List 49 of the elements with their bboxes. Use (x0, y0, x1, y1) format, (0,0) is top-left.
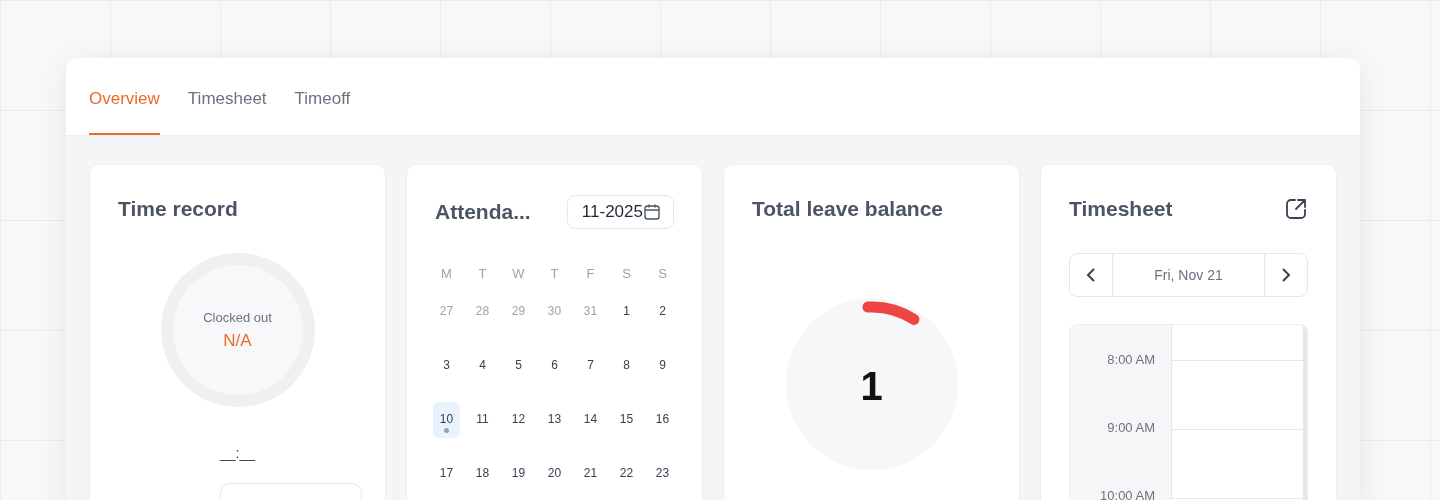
card-title: Timesheet (1069, 196, 1173, 222)
calendar-day[interactable]: 2 (649, 302, 676, 338)
calendar-day[interactable]: 21 (577, 464, 604, 500)
weekday-label: S (621, 265, 632, 283)
calendar-day[interactable]: 9 (649, 356, 676, 392)
calendar-day[interactable]: 1 (613, 302, 640, 338)
calendar-day[interactable]: 12 (505, 410, 532, 446)
weekday-label: T (549, 265, 560, 283)
calendar-day[interactable]: 20 (541, 464, 568, 500)
calendar-day[interactable]: 4 (469, 356, 496, 392)
calendar-day[interactable]: 15 (613, 410, 640, 446)
clock-value: N/A (223, 330, 252, 351)
hour-label: 9:00 AM (1107, 419, 1155, 437)
tab[interactable]: Timesheet (187, 89, 267, 135)
leave-balance-value: 1 (859, 364, 884, 409)
hour-label: 8:00 AM (1107, 351, 1155, 369)
calendar-day[interactable]: 18 (469, 464, 496, 500)
chevron-right-icon (1281, 267, 1291, 283)
card-title: Total leave balance (752, 196, 945, 222)
clock-status: Clocked out (203, 309, 272, 325)
weekday-label: M (440, 265, 453, 283)
weekday-label: S (657, 265, 668, 283)
month-picker[interactable]: 11-2025 (566, 195, 674, 229)
calendar-day[interactable]: 13 (541, 410, 568, 446)
calendar-day[interactable]: 16 (649, 410, 676, 446)
calendar-day[interactable]: 5 (505, 356, 532, 392)
calendar-day[interactable]: 19 (505, 464, 532, 500)
calendar-icon (643, 203, 661, 221)
chevron-left-icon (1086, 267, 1096, 283)
weekday-label: W (511, 265, 526, 283)
card-title: Attenda... (435, 199, 531, 225)
weekday-label: T (477, 265, 488, 283)
current-date: Fri, Nov 21 (1112, 254, 1265, 296)
calendar-day[interactable]: 7 (577, 356, 604, 392)
calendar-day[interactable]: 8 (613, 356, 640, 392)
calendar-day[interactable]: 23 (649, 464, 676, 500)
calendar-day[interactable]: 17 (433, 464, 460, 500)
calendar-day[interactable]: 3 (433, 356, 460, 392)
calendar-day[interactable]: 10 (433, 402, 460, 438)
hour-label: 10:00 AM (1100, 487, 1155, 500)
external-link-icon[interactable] (1284, 197, 1308, 221)
weekday-label: F (585, 265, 596, 283)
calendar-day[interactable]: 6 (541, 356, 568, 392)
clock-time: __:__ (218, 445, 257, 461)
card-title: Time record (118, 196, 239, 222)
calendar-day[interactable]: 14 (577, 410, 604, 446)
tab[interactable]: Timeoff (294, 89, 351, 135)
calendar-day[interactable]: 22 (613, 464, 640, 500)
calendar-day[interactable]: 11 (469, 410, 496, 446)
